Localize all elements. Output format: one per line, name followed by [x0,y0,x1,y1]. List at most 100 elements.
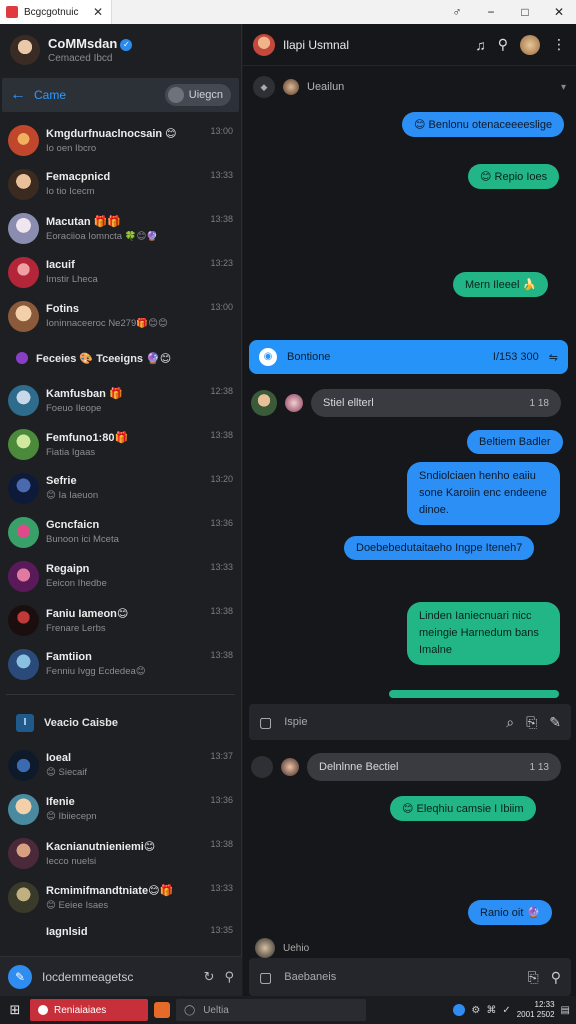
message-input[interactable]: Ispie [284,716,494,728]
chat-item[interactable]: Fotins Ioninnaceeroc Ne279🎁😊😊 13:00 [0,294,241,338]
chat-time: 13:37 [210,751,233,761]
link-icon[interactable]: ⎘ [526,714,537,731]
pin-icon[interactable]: ⚲ [224,969,234,985]
clock[interactable]: 12:33 2001 2502 [517,1000,555,1020]
settings-icon[interactable]: ⚙ [471,1005,480,1016]
thread-icon[interactable]: ◆ [253,76,275,98]
chat-item[interactable]: Kamfusban 🎁 Foeuo Ileope 12:38 [0,378,241,422]
chat-preview: Imstir Lheca [46,274,98,285]
chat-avatar [8,749,39,781]
compose-placeholder[interactable]: Iocdemmeagetsc [42,970,194,984]
chat-item[interactable]: Macutan 🎁🎁 Eoraciioa Iomncta 🍀😊🔮 13:38 [0,206,241,250]
filter-pill[interactable]: Uiegcn [164,84,231,106]
compose-icon[interactable]: ✎ [8,964,32,989]
message-bubble[interactable]: Mern Ileeel 🍌 [453,272,549,297]
message-bubble[interactable]: 😊 Eleqhiu camsie I Ibiim [390,796,536,821]
chat-item[interactable]: Ioeal 😊 Siecaif 13:37 [0,743,241,787]
chat-name: Kamfusban 🎁 [46,387,123,400]
header-user-avatar[interactable] [520,34,540,55]
thread-avatar [283,79,299,95]
message-bubble[interactable]: Ranio oit 🔮 [468,900,553,925]
chat-time: 12:38 [210,386,233,396]
clip-icon[interactable]: ✎ [549,714,561,731]
message-bubble[interactable]: Doebebedutaitaeho Ingpe Iteneh7 [344,536,535,560]
sidebar: CoMMsdan ✓ Cemaced Ibcd ← Came Uiegcn Kmg… [0,24,242,996]
network-icon[interactable]: ⌘ [486,1005,496,1016]
chat-item[interactable]: Iacuif Imstir Lheca 13:23 [0,250,241,294]
message-input[interactable]: Baebaneis [284,971,515,983]
chat-time: 13:33 [210,562,233,572]
profile-avatar[interactable] [10,35,40,65]
chat-item[interactable]: Ifenie 😊 Ibiiecepn 13:36 [0,787,241,831]
chat-item[interactable]: Faniu Iameon😊 Frenare Lerbs 13:38 [0,598,241,642]
search-icon[interactable]: ⚲ [498,36,508,53]
profile-header[interactable]: CoMMsdan ✓ Cemaced Ibcd [0,24,241,76]
thread-label: Ueailun [307,81,345,93]
quoted-message-row[interactable]: Stiel ellterl 1 18 [251,388,561,418]
taskbar-search[interactable]: ◯ Ueltia [176,999,366,1021]
message-bubble[interactable]: Sndiolciaen henho eaiiu sone Karoiin enc… [407,462,560,525]
chat-item[interactable]: Famtiion Fenniu Ivgg Ecdedea😊 13:38 [0,642,241,686]
add-user-icon[interactable]: ⚲ [551,969,561,986]
chat-item[interactable]: Gcncfaicn Bunoon ici Mceta 13:36 [0,510,241,554]
message-bubble[interactable]: Beltiem Badler [467,430,563,454]
folder-icon [16,352,28,364]
chat-item[interactable]: Sefrie 😊 Ia Iaeuon 13:20 [0,466,241,510]
transaction-banner[interactable]: ◉ Bontione I/153 300 ⇋ [249,340,568,374]
maximize-icon[interactable]: □ [508,5,542,19]
back-arrow-icon[interactable]: ← [10,86,26,104]
call-icon[interactable]: ♫ [475,37,486,53]
thread-icon [251,756,273,778]
attach-icon[interactable]: ▢ [259,714,272,731]
minimize-icon[interactable]: − [474,5,508,19]
message-bubble[interactable]: 😊 Repio Ioes [468,164,560,189]
tray-app-icon[interactable] [453,1004,466,1016]
chat-name: Gcncfaicn [46,519,100,531]
search-bar[interactable]: ← Came Uiegcn [2,78,239,112]
profile-name: CoMMsdan [48,36,118,51]
message-bubble[interactable]: 😊 Benlonu otenaceeeeslige [402,112,565,137]
chat-item[interactable]: Regaipn Eeicon Ihedbe 13:33 [0,554,241,598]
link-icon[interactable]: ⎘ [528,969,539,986]
chat-item[interactable]: Iagnlsid 13:35 [0,919,241,945]
chat-header-avatar[interactable] [253,33,275,56]
start-icon[interactable]: ⊞ [6,1002,24,1018]
taskbar-app[interactable]: Reniaiaiaes [30,999,148,1021]
taskbar-app-icon[interactable] [154,1002,170,1018]
quoted-message[interactable]: Stiel ellterl 1 18 [311,389,561,417]
chat-avatar [8,384,39,416]
close-window-icon[interactable]: ✕ [542,5,576,19]
chat-item[interactable]: Kmgdurfnuaclnocsain 😊 Io oen Ibcro 13:00 [0,118,241,162]
quoted-message[interactable]: Delnlnne Bectiel 1 13 [307,753,561,781]
message-input-bar[interactable]: ▢ Baebaneis ⎘ ⚲ [249,958,571,996]
transfer-icon[interactable]: ⇋ [549,351,558,364]
refresh-icon[interactable]: ↻ [204,969,215,985]
chat-avatar [8,516,39,548]
user-icon[interactable]: ♂ [440,5,474,19]
message-bubble[interactable]: Linden Ianiecnuari nicc meingie Harnedum… [407,602,560,665]
chat-item[interactable]: Femacpnicd Io tio Icecm 13:33 [0,162,241,206]
message-input-bar[interactable]: ▢ Ispie ⌕ ⎘ ✎ [249,704,571,740]
chat-preview: 😊 Ibiiecepn [46,811,97,822]
chat-preview: Eoraciioa Iomncta 🍀😊🔮 [46,230,159,242]
browser-tab[interactable]: Bcgcgotnuic ✕ [0,0,112,24]
attach-icon[interactable]: ▢ [259,969,272,986]
more-icon[interactable]: ⋮ [552,36,566,53]
search-icon[interactable]: ⌕ [506,714,514,731]
chat-title[interactable]: Ilapi Usmnal [283,38,349,52]
quoted-message-row[interactable]: Delnlnne Bectiel 1 13 [251,752,561,782]
taskbar-app-label: Reniaiaiaes [54,1004,107,1016]
group-folder-row[interactable]: Feceies 🎨 Tceeigns 🔮😊 [0,338,241,378]
sender-avatar [281,758,299,776]
chat-name: Femacpnicd [46,171,111,183]
chat-item[interactable]: Femfuno1:80🎁 Fiatia Igaas 13:38 [0,422,241,466]
close-tab-icon[interactable]: ✕ [93,5,103,19]
volume-icon[interactable]: ✓ [502,1005,510,1016]
title-bar: Bcgcgotnuic ✕ ♂ − □ ✕ [0,0,576,24]
chat-item[interactable]: Kacnianutnieniemi😊 Iecco nuelsi 13:38 [0,831,241,875]
chat-item[interactable]: Rcmimifmandtniate😊🎁 😊 Eeiee Isaes 13:33 [0,875,241,919]
chevron-down-icon[interactable]: ▾ [561,82,566,93]
notification-icon[interactable]: ▤ [561,1005,570,1016]
section-header[interactable]: I Veacio Caisbe [0,703,241,743]
search-label[interactable]: Came [34,88,66,102]
